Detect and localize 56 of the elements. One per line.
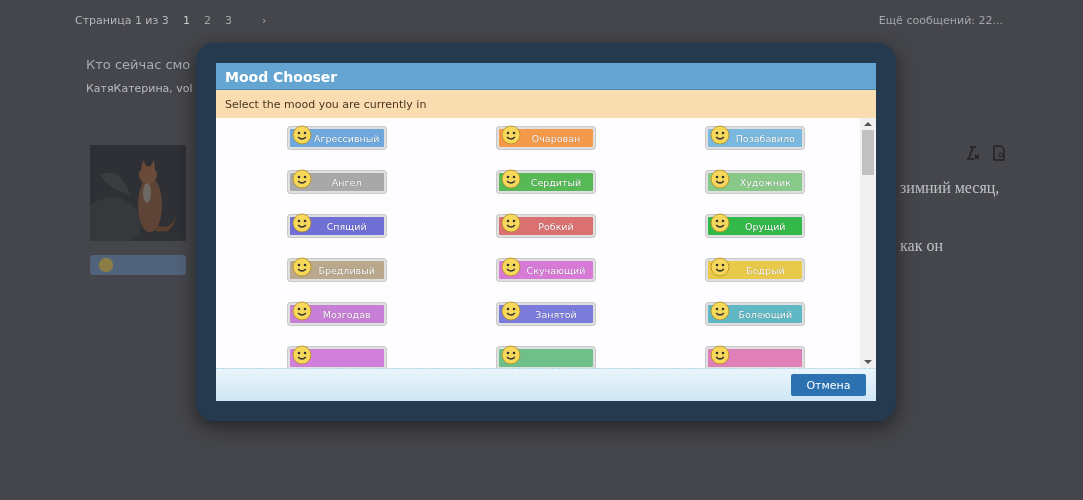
- post-text: зимний месяц,: [900, 179, 1001, 197]
- smiley-icon: [501, 345, 521, 365]
- dialog-title: Mood Chooser: [216, 63, 876, 90]
- page-count: Страница 1 из 3: [75, 14, 169, 27]
- dialog-subtitle: Select the mood you are currently in: [216, 90, 876, 118]
- smiley-icon: [501, 301, 521, 321]
- online-users: КатяКатерина, vol: [86, 82, 194, 95]
- smiley-icon: [501, 213, 521, 233]
- scroll-thumb[interactable]: [862, 130, 874, 175]
- mood-button[interactable]: Агрессивный: [287, 127, 386, 149]
- smiley-icon: [501, 169, 521, 189]
- clear-format-icon[interactable]: [965, 145, 981, 161]
- smiley-icon: [710, 125, 731, 145]
- smiley-icon: [291, 213, 312, 233]
- smiley-icon: [710, 169, 731, 189]
- scrollbar[interactable]: [860, 118, 876, 368]
- mood-button[interactable]: Бодрый: [706, 259, 805, 281]
- smiley-icon: [98, 257, 114, 273]
- mood-button[interactable]: Бредливый: [287, 259, 386, 281]
- mood-button[interactable]: Занятой: [497, 303, 595, 325]
- smiley-icon: [291, 345, 312, 365]
- mood-button[interactable]: Сердитый: [497, 171, 595, 193]
- smiley-icon: [710, 257, 731, 277]
- mood-button[interactable]: [706, 347, 805, 368]
- smiley-icon: [291, 301, 312, 321]
- smiley-icon: [291, 169, 312, 189]
- page-link[interactable]: 1: [182, 14, 190, 27]
- mood-button[interactable]: [497, 347, 595, 368]
- smiley-icon: [710, 213, 731, 233]
- scroll-down-icon[interactable]: [864, 359, 872, 365]
- mood-button[interactable]: Болеющий: [706, 303, 805, 325]
- mood-button[interactable]: Ангел: [287, 171, 386, 193]
- mood-button[interactable]: Скучающий: [497, 259, 595, 281]
- mood-button[interactable]: [287, 347, 386, 368]
- smiley-icon: [291, 257, 312, 277]
- smiley-icon: [710, 301, 731, 321]
- post-text: как он: [900, 237, 944, 255]
- mood-button[interactable]: Позабавило: [706, 127, 805, 149]
- document-icon[interactable]: [991, 145, 1007, 161]
- smiley-icon: [501, 257, 521, 277]
- mood-button[interactable]: Мозгодав: [287, 303, 386, 325]
- page-link[interactable]: 3: [224, 14, 232, 27]
- section-heading: Кто сейчас смо: [86, 57, 192, 72]
- mood-button[interactable]: Орущий: [706, 215, 805, 237]
- page-link[interactable]: 2: [203, 14, 211, 27]
- mood-button[interactable]: Художник: [706, 171, 805, 193]
- mood-button[interactable]: Очарован: [497, 127, 595, 149]
- scroll-up-icon[interactable]: [864, 121, 872, 127]
- smiley-icon: [291, 125, 312, 145]
- cancel-button[interactable]: Отмена: [791, 374, 866, 396]
- more-posts-link[interactable]: Ещё сообщений: 22...: [878, 14, 1003, 27]
- smiley-icon: [501, 125, 521, 145]
- next-page-link[interactable]: ›: [261, 14, 267, 27]
- mood-button[interactable]: Спящий: [287, 215, 386, 237]
- mood-button[interactable]: Робкий: [497, 215, 595, 237]
- smiley-icon: [710, 345, 731, 365]
